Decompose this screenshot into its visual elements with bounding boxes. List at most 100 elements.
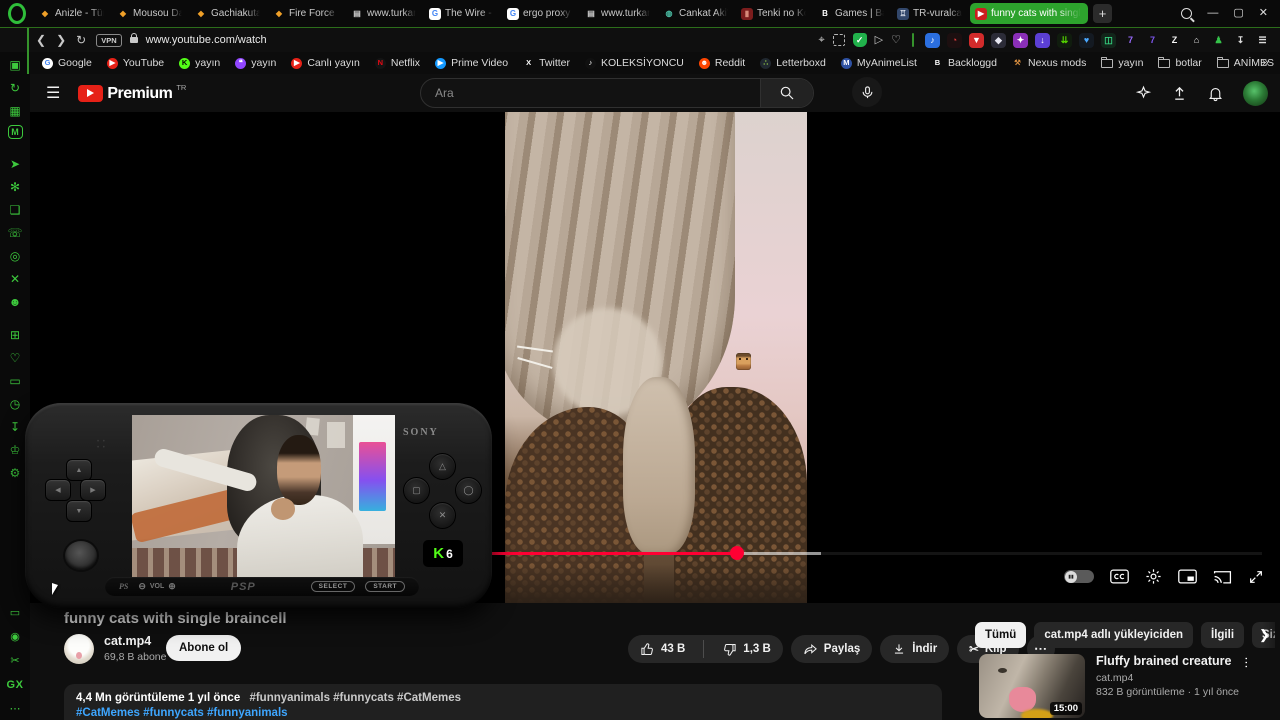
psp-webcam-overlay[interactable]: • • • • ▲ ◀ ▶ ▼ SONY △ ▢ ◯ ✕ K 6 PS ⊖ VOL… (25, 403, 492, 608)
bookmark-item[interactable]: ⚒ Nexus mods (1012, 57, 1086, 69)
search-button[interactable] (760, 79, 813, 107)
history-icon[interactable]: ↻ (6, 79, 24, 96)
bookmark-item[interactable]: K yayın (179, 57, 220, 69)
seventv-alt-extension-icon[interactable]: 7 (1145, 33, 1160, 48)
recent-icon[interactable]: ◷ (6, 395, 24, 412)
gx-control-icon[interactable]: ▦ (6, 102, 24, 119)
browser-tab[interactable]: ▶ funny cats with single b (970, 3, 1088, 24)
pepper-extension-icon[interactable]: ▼ (969, 32, 984, 48)
chips-scroll-arrow[interactable]: ❯ (1259, 627, 1270, 643)
subtitles-icon[interactable] (1110, 569, 1129, 584)
browser-tab[interactable]: G The Wire - Go (424, 3, 500, 24)
bookmark-item[interactable]: ♪ KOLEKSİYONCU (585, 57, 684, 69)
browser-menu-icon[interactable]: ☰ (1255, 33, 1270, 48)
purple-cam-extension-icon[interactable]: ✦ (1013, 32, 1028, 48)
filter-chip[interactable]: İlgili (1201, 622, 1245, 648)
pointer-app-icon[interactable]: ➤ (6, 155, 24, 172)
related-video-menu[interactable]: ⋯ (1240, 657, 1254, 670)
subscribe-button[interactable]: Abone ol (166, 635, 242, 661)
create-icon[interactable] (1135, 85, 1152, 102)
selection-capture-icon[interactable] (832, 34, 845, 46)
browser-tab[interactable]: ♖ TR-vuralcank (892, 3, 968, 24)
browser-tab[interactable]: ◆ Mousou Dairi (112, 3, 188, 24)
reload-button[interactable]: ↻ (76, 34, 86, 46)
account-avatar[interactable] (1243, 80, 1268, 106)
fullscreen-icon[interactable] (1248, 569, 1264, 585)
browser-tab[interactable]: ◆ Anizle - Türkç (34, 3, 110, 24)
filter-chip[interactable]: cat.mp4 adlı yükleyiciden (1034, 622, 1194, 648)
voice-search-button[interactable] (852, 77, 882, 107)
whatsapp-icon[interactable]: ☏ (6, 224, 24, 241)
opera-menu-button[interactable] (0, 3, 34, 24)
search-input[interactable] (421, 86, 760, 100)
camera-icon[interactable]: ◉ (6, 629, 24, 646)
zotero-extension-icon[interactable]: Z (1167, 33, 1182, 48)
guide-menu-icon[interactable]: ☰ (46, 83, 60, 103)
more-icon[interactable]: ⋯ (6, 701, 24, 718)
like-button[interactable]: 43 B (628, 635, 697, 663)
tab-search-icon[interactable] (1181, 8, 1193, 19)
bookmark-item[interactable]: ▶ YouTube (106, 57, 164, 69)
gx-logo[interactable]: GX (6, 677, 24, 694)
maximize-button[interactable]: ▢ (1233, 8, 1243, 19)
adblock-shield-icon[interactable]: ✓ (852, 33, 867, 47)
green-arrows-extension-icon[interactable]: ⇊ (1057, 32, 1072, 48)
url-text[interactable]: www.youtube.com/watch (146, 34, 267, 46)
home-extension-icon[interactable]: ⌂ (1189, 33, 1204, 48)
bookmark-item[interactable]: botlar (1158, 56, 1202, 69)
gx-profile-icon[interactable]: ♔ (6, 441, 24, 458)
description-tags[interactable]: #funnyanimals #funnycats #CatMemes (249, 692, 461, 704)
back-button[interactable]: ❮ (36, 34, 46, 46)
bookmark-item[interactable]: ▶ Canlı yayın (291, 57, 360, 69)
bookmark-item[interactable]: B Backloggd (932, 57, 997, 69)
video-frame[interactable] (505, 112, 807, 603)
speed-dial-icon[interactable]: ▷ (875, 34, 883, 46)
youtube-logo[interactable]: Premium TR (78, 83, 186, 102)
upload-icon[interactable] (1171, 85, 1188, 102)
bookmark-item[interactable]: ☻ Reddit (698, 57, 745, 69)
bookmark-item[interactable]: ▶ Prime Video (435, 57, 508, 69)
browser-tab[interactable]: ◆ Gachiakuta 6. (190, 3, 266, 24)
minimize-button[interactable]: — (1207, 8, 1218, 19)
lock-icon[interactable] (129, 33, 138, 43)
seventv-extension-icon[interactable]: 7 (1123, 33, 1138, 48)
filter-chip[interactable]: Tümü (975, 622, 1027, 648)
vpn-badge[interactable]: VPN (96, 33, 122, 47)
browser-tab[interactable]: G ergo proxy - C (502, 3, 578, 24)
favorite-heart-icon[interactable]: ♡ (891, 34, 901, 46)
profile-extension-icon[interactable]: ♟ (1211, 33, 1226, 48)
x-twitter-icon[interactable]: ✕ (6, 270, 24, 287)
snip-icon[interactable]: ✂ (6, 653, 24, 670)
channel-name[interactable]: cat.mp4 (104, 634, 151, 648)
downloads-tray-icon[interactable]: ↧ (1233, 33, 1248, 48)
gg-extension-icon[interactable]: ◫ (1101, 32, 1116, 48)
cast-icon[interactable] (1213, 569, 1232, 584)
dice-extension-icon[interactable]: ◆ (991, 32, 1006, 48)
forward-button[interactable]: ❯ (56, 34, 66, 46)
download-button[interactable]: İndir (880, 635, 950, 663)
notifications-icon[interactable] (1207, 85, 1224, 102)
gx-corner-icon[interactable]: ▣ (6, 56, 24, 73)
browser-tab[interactable]: ▮ Tenki no Ko iz (736, 3, 812, 24)
instagram-icon[interactable]: ◎ (6, 247, 24, 264)
bookmark-item[interactable]: ❝ yayın (235, 57, 276, 69)
bookmark-item[interactable]: N Netflix (374, 57, 420, 69)
timer-extension-icon[interactable]: ◔ (947, 32, 962, 48)
autoplay-toggle[interactable] (1064, 570, 1094, 583)
heart-extension-icon[interactable]: ♥ (1079, 32, 1094, 48)
close-button[interactable]: ✕ (1259, 8, 1268, 19)
downloads-icon[interactable]: ↧ (6, 418, 24, 435)
mod-store-icon[interactable]: M (7, 125, 23, 139)
hashtag-links[interactable]: #CatMemes #funnycats #funnyanimals (76, 707, 930, 719)
chatgpt-icon[interactable]: ✻ (6, 178, 24, 195)
related-video-channel[interactable]: cat.mp4 (1096, 672, 1133, 684)
bookmarks-overflow-chevron[interactable]: » (1262, 55, 1269, 69)
discord-icon[interactable]: ☻ (6, 293, 24, 310)
panels-icon[interactable]: ▭ (6, 372, 24, 389)
dislike-button[interactable]: 1,3 B (710, 635, 783, 663)
miniplayer-icon[interactable] (1178, 569, 1197, 584)
browser-tab[interactable]: B Games | Back (814, 3, 890, 24)
pin-icon[interactable]: ⌖ (818, 34, 824, 46)
share-button[interactable]: Paylaş (790, 635, 873, 663)
browser-tab[interactable]: ▤ www.turkanim (580, 3, 656, 24)
